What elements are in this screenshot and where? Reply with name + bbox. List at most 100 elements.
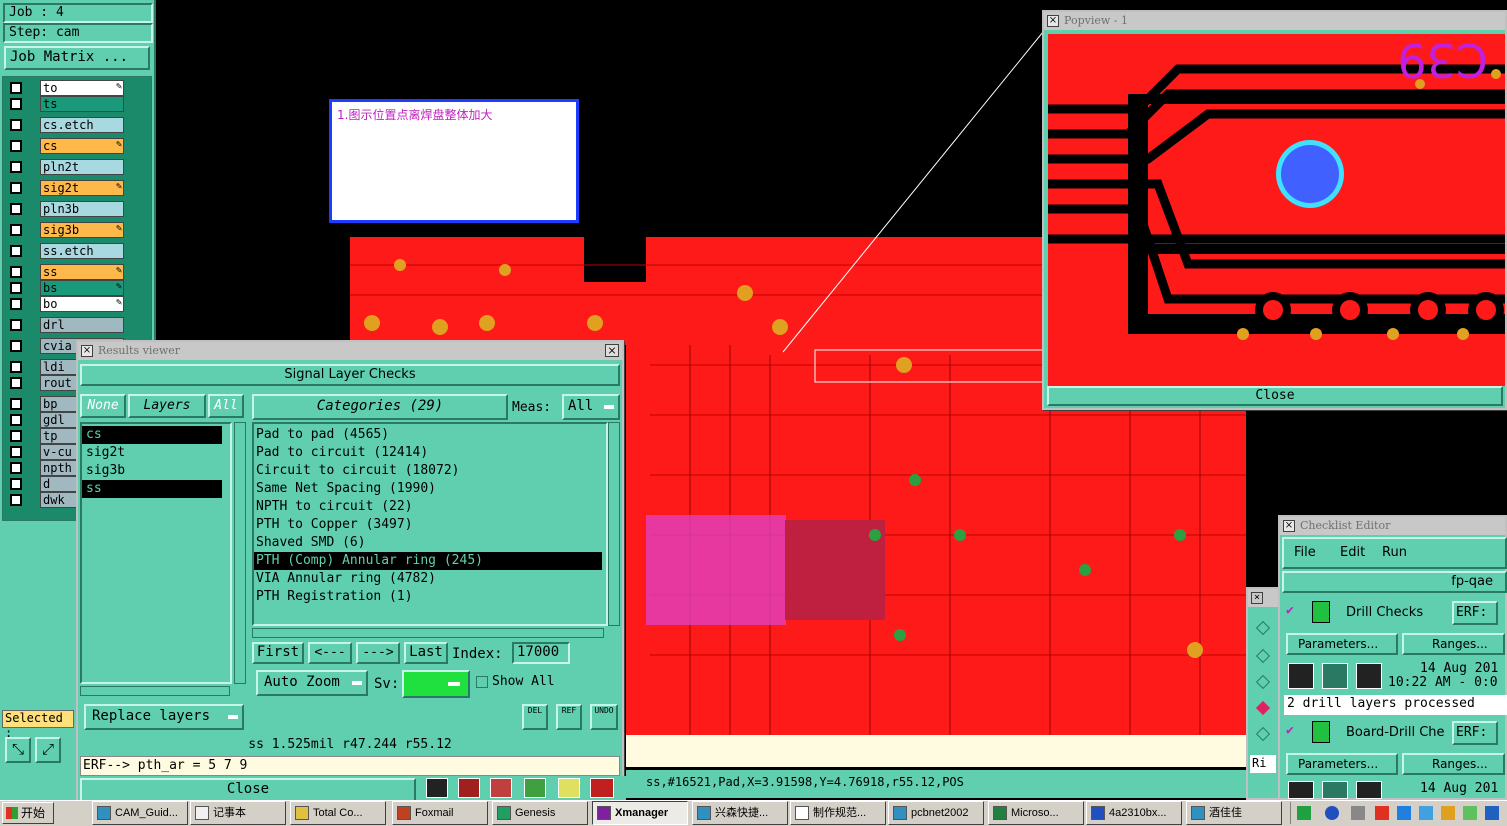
taskbar-button[interactable]: pcbnet2002 [888, 801, 984, 825]
layer-checkbox[interactable] [10, 82, 22, 94]
layer-row-ss[interactable]: ss ✎ [6, 264, 124, 281]
layer-name[interactable]: pln3b [40, 201, 124, 217]
layer-checkbox[interactable] [10, 119, 22, 131]
layer-name[interactable]: sig3b [40, 222, 124, 238]
category-list-item[interactable]: NPTH to circuit (22) [254, 498, 606, 516]
close-icon[interactable]: × [605, 344, 619, 357]
toolbar-icon-1[interactable] [426, 778, 448, 798]
window-menu-icon[interactable]: × [1047, 15, 1059, 27]
ranges-button[interactable]: Ranges... [1402, 753, 1505, 775]
layer-row-pln2t[interactable]: pln2t [6, 159, 124, 176]
popview-canvas[interactable]: C39 [1048, 34, 1505, 386]
taskbar-button[interactable]: Total Co... [290, 801, 386, 825]
category-list-item[interactable]: PTH Registration (1) [254, 588, 606, 606]
category-list-item[interactable]: Pad to pad (4565) [254, 426, 606, 444]
check-tick-icon[interactable]: ✔ [1286, 603, 1294, 618]
layer-row-bo[interactable]: bo ✎ [6, 296, 124, 313]
tray-icon[interactable] [1441, 806, 1455, 820]
taskbar-button[interactable]: 记事本 [190, 801, 286, 825]
layer-name[interactable]: drl [40, 317, 124, 333]
zoom-area-icon[interactable]: ⤢ [35, 737, 61, 763]
check-tick-icon[interactable]: ✔ [1286, 723, 1294, 738]
layer-checkbox[interactable] [10, 266, 22, 278]
run-icon[interactable] [1288, 663, 1314, 689]
layer-list-item[interactable]: ss [82, 480, 222, 498]
undo-button[interactable]: UNDO [590, 704, 618, 730]
layer-checkbox[interactable] [10, 414, 22, 426]
layer-row-to[interactable]: to ✎ [6, 80, 124, 97]
results-viewer-titlebar[interactable]: × Results viewer × [78, 342, 622, 360]
layer-row-pln3b[interactable]: pln3b [6, 201, 124, 218]
auto-zoom-dropdown[interactable]: Auto Zoom [256, 670, 368, 696]
all-button[interactable]: All [208, 394, 244, 418]
layer-row-sig2t[interactable]: sig2t ✎ [6, 180, 124, 197]
tray-icon[interactable] [1419, 806, 1433, 820]
toolbar-icon-5[interactable] [558, 778, 580, 798]
layers-scrollbar[interactable] [234, 422, 246, 684]
checklist-item-label[interactable]: Drill Checks [1346, 605, 1423, 620]
layer-list-item[interactable]: sig3b [82, 462, 230, 480]
layer-row-ts[interactable]: ts [6, 96, 124, 113]
layer-name[interactable]: bo [40, 296, 124, 312]
first-button[interactable]: First [252, 642, 304, 664]
categories-scrollbar[interactable] [608, 422, 620, 626]
run-icon[interactable] [1356, 663, 1382, 689]
erf-button[interactable]: ERF: [1452, 721, 1498, 745]
layer-checkbox[interactable] [10, 430, 22, 442]
category-list-item[interactable]: Pad to circuit (12414) [254, 444, 606, 462]
toolbar-icon-4[interactable] [524, 778, 546, 798]
zoom-fit-icon[interactable]: ⤡ [5, 737, 31, 763]
category-list-item[interactable]: Same Net Spacing (1990) [254, 480, 606, 498]
layer-checkbox[interactable] [10, 361, 22, 373]
window-menu-icon[interactable]: × [1283, 520, 1295, 532]
layer-name[interactable]: to [40, 80, 124, 96]
last-button[interactable]: Last [404, 642, 448, 664]
tray-icon[interactable] [1351, 806, 1365, 820]
layer-row-sig3b[interactable]: sig3b ✎ [6, 222, 124, 239]
erf-command-line[interactable]: ERF--> pth_ar = 5 7 9 [80, 756, 620, 776]
layer-checkbox[interactable] [10, 245, 22, 257]
layer-checkbox[interactable] [10, 224, 22, 236]
tray-icon[interactable] [1397, 806, 1411, 820]
side-mini-titlebar[interactable]: × [1248, 589, 1280, 607]
diamond-icon[interactable] [1255, 726, 1271, 742]
layer-list-item[interactable]: cs [82, 426, 222, 444]
menu-run[interactable]: Run [1382, 545, 1407, 560]
layer-checkbox[interactable] [10, 319, 22, 331]
categories-hscrollbar[interactable] [252, 628, 604, 638]
meas-dropdown[interactable]: All [562, 394, 620, 420]
layer-name[interactable]: cs [40, 138, 124, 154]
popview-close-button[interactable]: Close [1047, 386, 1503, 406]
none-button[interactable]: None [80, 394, 126, 418]
toolbar-icon-2[interactable] [458, 778, 480, 798]
tray-icon[interactable] [1297, 806, 1311, 820]
layer-checkbox[interactable] [10, 161, 22, 173]
run-icon[interactable] [1356, 781, 1382, 799]
popview-titlebar[interactable]: × Popview - 1 [1044, 12, 1505, 30]
start-button[interactable]: 开始 [2, 802, 54, 824]
diamond-selected-icon[interactable] [1255, 700, 1271, 716]
prev-button[interactable]: <--- [308, 642, 352, 664]
layer-row-cs[interactable]: cs ✎ [6, 138, 124, 155]
layer-checkbox[interactable] [10, 446, 22, 458]
layers-button[interactable]: Layers [128, 394, 206, 418]
layers-hscrollbar[interactable] [80, 686, 230, 696]
taskbar-button[interactable]: Genesis [492, 801, 588, 825]
help-icon[interactable] [1325, 806, 1339, 820]
tray-icon[interactable] [1463, 806, 1477, 820]
category-list-item[interactable]: PTH to Copper (3497) [254, 516, 606, 534]
menu-file[interactable]: File [1294, 545, 1316, 560]
layer-checkbox[interactable] [10, 282, 22, 294]
erf-button[interactable]: ERF: [1452, 601, 1498, 625]
results-close-button[interactable]: Close [80, 778, 416, 802]
next-button[interactable]: ---> [356, 642, 400, 664]
window-menu-icon[interactable]: × [1251, 592, 1263, 604]
run-icon[interactable] [1322, 781, 1348, 799]
job-matrix-button[interactable]: Job Matrix ... [4, 46, 150, 70]
taskbar-button[interactable]: Xmanager [592, 801, 688, 825]
menu-edit[interactable]: Edit [1340, 545, 1365, 560]
show-all-checkbox[interactable] [476, 676, 488, 688]
checklist-titlebar[interactable]: × Checklist Editor [1280, 517, 1505, 535]
layer-name[interactable]: ss.etch [40, 243, 124, 259]
layer-name[interactable]: pln2t [40, 159, 124, 175]
